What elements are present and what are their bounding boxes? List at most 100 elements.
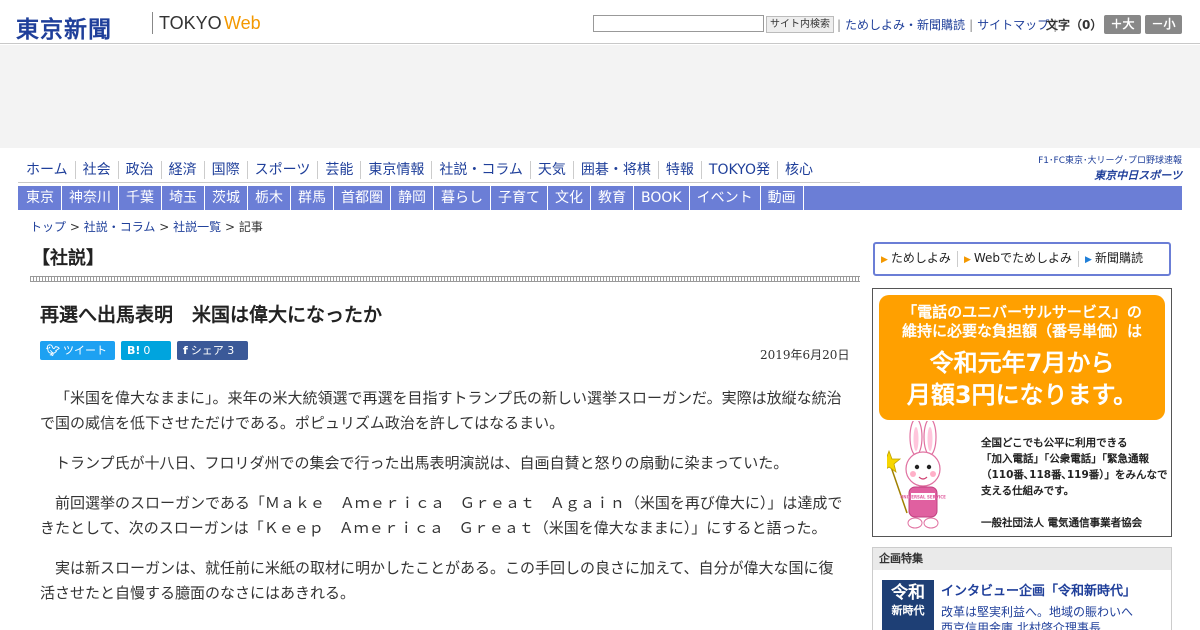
nav-weather[interactable]: 天気: [531, 161, 574, 179]
breadcrumb-separator: >: [69, 220, 80, 234]
site-search-input[interactable]: [593, 15, 764, 32]
article-paragraph: トランプ氏が十八日、フロリダ州での集会で行った出馬表明演説は、自画自賛と怒りの扇…: [55, 454, 789, 472]
region-chiba[interactable]: 千葉: [119, 186, 162, 210]
breadcrumb-top[interactable]: トップ: [30, 220, 66, 234]
region-nav: 東京 神奈川 千葉 埼玉 茨城 栃木 群馬 首都圏 静岡 暮らし 子育て 文化 …: [18, 186, 1182, 210]
ad-line-1: 「電話のユニバーサルサービス」の: [902, 303, 1142, 321]
region-tokyo[interactable]: 東京: [18, 186, 62, 210]
subscribe-trial-label: ためしよみ: [890, 251, 951, 265]
arrow-right-icon: ▶: [963, 255, 971, 265]
nav-editorial-column[interactable]: 社説・コラム: [432, 161, 531, 179]
chunichi-sports-link[interactable]: F1･FC東京･大リーグ･プロ野球速報 東京中日スポーツ: [1026, 153, 1182, 182]
text-size-down-button[interactable]: －小: [1145, 15, 1182, 34]
article-paragraph: 前回選挙のスローガンである「Ｍａｋｅ Ａｍｅｒｉｃａ Ｇｒｅａｔ Ａｇａｉｎ（米…: [40, 494, 843, 537]
nav-special-report[interactable]: 特報: [659, 161, 702, 179]
logo-tokyo-text[interactable]: TOKYO: [159, 13, 222, 34]
ad-body-line: 「加入電話」「公衆電話」「緊急通報: [981, 453, 1149, 465]
region-book[interactable]: BOOK: [634, 186, 690, 210]
region-parenting[interactable]: 子育て: [491, 186, 548, 210]
breadcrumb-editorial-column[interactable]: 社説・コラム: [84, 220, 156, 234]
breadcrumb-separator: >: [159, 220, 170, 234]
ad-line-4: 月額3円になります。: [906, 381, 1138, 409]
region-shutoken[interactable]: 首都圏: [334, 186, 391, 210]
nav-go-shogi[interactable]: 囲碁・将棋: [574, 161, 659, 179]
logo-web-text[interactable]: Web: [224, 13, 261, 34]
ad-headline-lines: 「電話のユニバーサルサービス」の 維持に必要な負担額（番号単価）は: [887, 303, 1157, 341]
region-ibaraki[interactable]: 茨城: [205, 186, 248, 210]
rabbit-mascot-icon: UNIVERSAL SERVICE: [887, 421, 946, 529]
breadcrumb-editorial-list[interactable]: 社説一覧: [173, 220, 221, 234]
tweet-button[interactable]: 🐦︎ ツイート: [40, 341, 115, 360]
nav-entertainment[interactable]: 芸能: [318, 161, 362, 179]
subscribe-newspaper-label: 新聞購読: [1094, 251, 1143, 265]
nav-tokyo-hatsu[interactable]: TOKYO発: [702, 161, 778, 179]
ad-body-line: 支える仕組みです。: [981, 485, 1075, 497]
article-paragraph: 「米国を偉大なままに」。来年の米大統領選で再選を目指すトランプ氏の新しい選挙スロ…: [40, 389, 842, 432]
article-paragraph: 実は新スローガンは、就任前に米紙の取材に明かしたことがある。この手回しの良さに加…: [40, 559, 834, 602]
ad-body-line: （110番､118番､119番）」をみんなで: [981, 469, 1168, 481]
feature-subtitle[interactable]: 改革は堅実利益へ。地域の賑わいへ 西京信用金庫 北村啓介理事長: [941, 604, 1133, 630]
tweet-label: ツイート: [62, 344, 107, 357]
breadcrumb-separator: >: [224, 220, 235, 234]
ad-organization: 一般社団法人 電気通信事業者協会: [981, 517, 1143, 529]
subscribe-newspaper-link[interactable]: ▶ 新聞購読: [1079, 251, 1149, 267]
text-size-up-button[interactable]: ＋大: [1104, 15, 1141, 34]
feature-title-link[interactable]: インタビュー企画「令和新時代」: [941, 580, 1136, 599]
global-nav: ホーム 社会 政治 経済 国際 スポーツ 芸能 東京情報 社説・コラム 天気 囲…: [20, 158, 820, 182]
breadcrumb-current: 記事: [238, 220, 263, 234]
region-living[interactable]: 暮らし: [434, 186, 491, 210]
subscription-bar: ▶ ためしよみ ▶ Webでためしよみ ▶ 新聞購読: [873, 242, 1171, 276]
facebook-share-count: 3: [227, 344, 235, 357]
region-tochigi[interactable]: 栃木: [248, 186, 291, 210]
reiwa-logo-line1: 令和: [891, 583, 925, 603]
nav-politics[interactable]: 政治: [119, 161, 162, 179]
region-gunma[interactable]: 群馬: [291, 186, 334, 210]
hatena-bookmark-button[interactable]: B! 0: [121, 341, 171, 360]
nav-international[interactable]: 国際: [205, 161, 248, 179]
nav-kakushin[interactable]: 核心: [778, 161, 820, 179]
site-logo[interactable]: 東京新聞: [16, 10, 112, 44]
header-link-sitemap[interactable]: サイトマップ: [977, 16, 1049, 33]
universal-service-ad[interactable]: 「電話のユニバーサルサービス」の 維持に必要な負担額（番号単価）は 令和元年7月…: [872, 288, 1172, 537]
mascot-badge-text: UNIVERSAL SERVICE: [900, 495, 946, 500]
article-date: 2019年6月20日: [760, 348, 850, 362]
arrow-right-icon: ▶: [881, 255, 888, 265]
subscribe-trial-link[interactable]: ▶ ためしよみ: [875, 251, 958, 267]
feature-header: 企画特集: [873, 548, 1171, 570]
nav-sports[interactable]: スポーツ: [248, 161, 319, 179]
nav-divider: [18, 182, 860, 183]
subscribe-web-trial-link[interactable]: ▶ Webでためしよみ: [958, 251, 1080, 267]
header-link-trial-subscribe[interactable]: ためしよみ・新聞購読: [845, 16, 965, 33]
facebook-share-label: シェア: [190, 344, 224, 357]
header-link-separator: |: [837, 18, 842, 32]
section-divider: [30, 276, 860, 282]
facebook-share-button[interactable]: f シェア 3: [177, 341, 248, 360]
region-video[interactable]: 動画: [761, 186, 804, 210]
article-body: 「米国を偉大なままに」。来年の米大統領選で再選を目指すトランプ氏の新しい選挙スロ…: [40, 386, 846, 621]
region-shizuoka[interactable]: 静岡: [391, 186, 434, 210]
nav-home[interactable]: ホーム: [20, 161, 76, 179]
region-culture[interactable]: 文化: [548, 186, 591, 210]
ad-headline-panel: 「電話のユニバーサルサービス」の 維持に必要な負担額（番号単価）は 令和元年7月…: [879, 295, 1165, 420]
nav-society[interactable]: 社会: [76, 161, 119, 179]
region-saitama[interactable]: 埼玉: [162, 186, 205, 210]
region-education[interactable]: 教育: [591, 186, 634, 210]
site-search-button[interactable]: サイト内検索: [766, 16, 834, 33]
nav-economy[interactable]: 経済: [162, 161, 205, 179]
feature-subtitle-line2: 西京信用金庫 北村啓介理事長: [941, 621, 1101, 630]
ad-body-text: 全国どこでも公平に利用できる 「加入電話」「公衆電話」「緊急通報 （110番､1…: [981, 435, 1169, 499]
ad-line-2: 維持に必要な負担額（番号単価）は: [901, 322, 1142, 340]
region-kanagawa[interactable]: 神奈川: [62, 186, 119, 210]
nav-tokyo-info[interactable]: 東京情報: [361, 161, 433, 179]
ad-big-lines: 令和元年7月から 月額3円になります。: [887, 347, 1157, 411]
arrow-right-icon: ▶: [1085, 255, 1092, 265]
sports-link-title: 東京中日スポーツ: [1094, 169, 1182, 182]
header-links: | ためしよみ・新聞購読 | サイトマップ |: [833, 16, 1061, 33]
region-events[interactable]: イベント: [690, 186, 761, 210]
facebook-icon: f: [183, 344, 188, 357]
sports-link-caption: F1･FC東京･大リーグ･プロ野球速報: [1038, 156, 1182, 166]
article-title: 再選へ出馬表明 米国は偉大になったか: [40, 304, 383, 326]
text-size-label: 文字（0）: [1046, 18, 1103, 32]
twitter-bird-icon: 🐦︎: [46, 344, 60, 357]
reiwa-feature-logo[interactable]: 令和 新時代: [882, 580, 934, 630]
